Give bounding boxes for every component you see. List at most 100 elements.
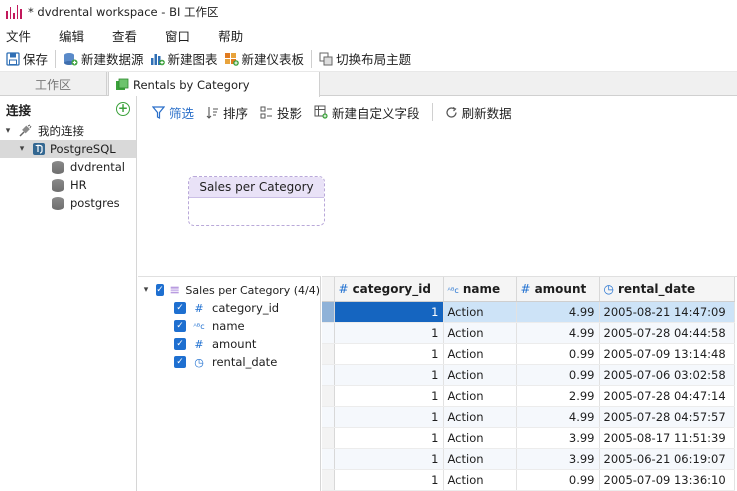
table-row[interactable]: 1 Action 3.99 2005-08-17 11:51:39 bbox=[322, 427, 735, 449]
menu-file[interactable]: 文件 bbox=[6, 26, 31, 45]
new-datasource-button[interactable]: 新建数据源 bbox=[60, 48, 147, 70]
checkbox-checked-icon[interactable]: ✓ bbox=[174, 338, 186, 350]
checkbox-checked-icon[interactable]: ✓ bbox=[174, 356, 186, 368]
table-cell[interactable]: 2005-06-21 06:19:07 bbox=[599, 448, 735, 470]
table-cell[interactable]: 4.99 bbox=[516, 322, 600, 344]
table-cell[interactable]: 2005-07-28 04:47:14 bbox=[599, 385, 735, 407]
tree-item-my-connections[interactable]: ▾ 我的连接 bbox=[0, 122, 136, 140]
row-header[interactable] bbox=[322, 469, 335, 491]
menu-edit[interactable]: 编辑 bbox=[59, 26, 84, 45]
table-cell[interactable]: 1 bbox=[334, 385, 444, 407]
table-cell[interactable]: 1 bbox=[334, 364, 444, 386]
column-header[interactable]: ◷ rental_date bbox=[599, 277, 735, 302]
table-cell[interactable]: 1 bbox=[334, 322, 444, 344]
chevron-down-icon[interactable]: ▾ bbox=[16, 144, 28, 154]
table-row[interactable]: 1 Action 4.99 2005-07-28 04:57:57 bbox=[322, 406, 735, 428]
tree-item-postgresql[interactable]: ▾ PostgreSQL bbox=[0, 140, 136, 158]
new-chart-button[interactable]: 新建图表 bbox=[147, 48, 221, 70]
table-cell[interactable]: Action bbox=[443, 385, 517, 407]
tab-workspace[interactable]: 工作区 bbox=[0, 72, 107, 96]
table-cell[interactable]: 2005-07-09 13:36:10 bbox=[599, 469, 735, 491]
project-button[interactable]: 投影 bbox=[260, 103, 302, 122]
table-cell[interactable]: 1 bbox=[334, 469, 444, 491]
tab-rentals-by-category[interactable]: Rentals by Category bbox=[108, 72, 320, 97]
new-dashboard-button[interactable]: 新建仪表板 bbox=[221, 48, 308, 70]
table-row[interactable]: 1 Action 0.99 2005-07-09 13:36:10 bbox=[322, 469, 735, 491]
new-custom-field-button[interactable]: 新建自定义字段 bbox=[314, 103, 420, 122]
table-row[interactable]: 1 Action 2.99 2005-07-28 04:47:14 bbox=[322, 385, 735, 407]
row-header[interactable] bbox=[322, 385, 335, 407]
table-cell[interactable]: 1 bbox=[334, 427, 444, 449]
table-cell[interactable]: Action bbox=[443, 322, 517, 344]
column-header[interactable]: # category_id bbox=[334, 277, 444, 302]
checkbox-checked-icon[interactable]: ✓ bbox=[174, 302, 186, 314]
field-item[interactable]: ✓ ᴬᴮc name bbox=[138, 317, 320, 335]
row-header[interactable] bbox=[322, 406, 335, 428]
field-item[interactable]: ✓ ◷ rental_date bbox=[138, 353, 320, 371]
table-cell[interactable]: 1 bbox=[334, 448, 444, 470]
table-cell[interactable]: 2.99 bbox=[516, 385, 600, 407]
data-grid[interactable]: # category_id ᴬᴮc name # amount ◷ rental_dat… bbox=[322, 276, 737, 491]
chevron-down-icon[interactable]: ▾ bbox=[142, 285, 150, 295]
refresh-data-button[interactable]: 刷新数据 bbox=[445, 103, 512, 122]
table-cell[interactable]: 3.99 bbox=[516, 448, 600, 470]
table-row[interactable]: 1 Action 3.99 2005-06-21 06:19:07 bbox=[322, 448, 735, 470]
row-header[interactable] bbox=[322, 343, 335, 365]
table-cell[interactable]: 1 bbox=[334, 343, 444, 365]
table-cell[interactable]: Action bbox=[443, 469, 517, 491]
table-cell[interactable]: 0.99 bbox=[516, 364, 600, 386]
table-cell[interactable]: 2005-08-21 14:47:09 bbox=[599, 301, 735, 323]
table-cell[interactable]: 2005-08-17 11:51:39 bbox=[599, 427, 735, 449]
column-header[interactable]: ᴬᴮc name bbox=[443, 277, 517, 302]
tree-item-database[interactable]: postgres bbox=[0, 194, 136, 212]
row-header[interactable] bbox=[322, 322, 335, 344]
table-cell[interactable]: 2005-07-09 13:14:48 bbox=[599, 343, 735, 365]
table-cell[interactable]: 0.99 bbox=[516, 343, 600, 365]
field-item[interactable]: ✓ # amount bbox=[138, 335, 320, 353]
menu-window[interactable]: 窗口 bbox=[165, 26, 190, 45]
query-node[interactable]: Sales per Category bbox=[188, 176, 325, 226]
row-header[interactable] bbox=[322, 301, 335, 323]
menu-help[interactable]: 帮助 bbox=[218, 26, 243, 45]
table-cell[interactable]: 4.99 bbox=[516, 301, 600, 323]
table-cell[interactable]: Action bbox=[443, 343, 517, 365]
table-row[interactable]: 1 Action 0.99 2005-07-09 13:14:48 bbox=[322, 343, 735, 365]
table-cell[interactable]: 0.99 bbox=[516, 469, 600, 491]
table-cell[interactable]: Action bbox=[443, 301, 517, 323]
tree-item-database[interactable]: dvdrental bbox=[0, 158, 136, 176]
field-group[interactable]: ▾ ✓ Sales per Category (4/4) bbox=[138, 281, 320, 299]
filter-button[interactable]: 筛选 bbox=[152, 103, 194, 122]
checkbox-checked-icon[interactable]: ✓ bbox=[174, 320, 186, 332]
menu-view[interactable]: 查看 bbox=[112, 26, 137, 45]
row-header[interactable] bbox=[322, 448, 335, 470]
row-header[interactable] bbox=[322, 364, 335, 386]
numeric-type-icon: # bbox=[194, 337, 204, 351]
table-cell[interactable]: 3.99 bbox=[516, 427, 600, 449]
table-cell[interactable]: Action bbox=[443, 427, 517, 449]
table-cell[interactable]: Action bbox=[443, 406, 517, 428]
switch-theme-button[interactable]: 切换布局主题 bbox=[316, 48, 414, 70]
table-cell[interactable]: 4.99 bbox=[516, 406, 600, 428]
table-row[interactable]: 1 Action 4.99 2005-07-28 04:44:58 bbox=[322, 322, 735, 344]
table-cell[interactable]: 2005-07-28 04:44:58 bbox=[599, 322, 735, 344]
main-toolbar: 保存 新建数据源 新建图表 新建仪表板 切换布局主题 bbox=[0, 46, 737, 72]
table-cell[interactable]: Action bbox=[443, 448, 517, 470]
table-cell[interactable]: 1 bbox=[334, 406, 444, 428]
table-cell[interactable]: Action bbox=[443, 364, 517, 386]
table-cell[interactable]: 2005-07-06 03:02:58 bbox=[599, 364, 735, 386]
column-header[interactable]: # amount bbox=[516, 277, 600, 302]
table-row[interactable]: 1 Action 4.99 2005-08-21 14:47:09 bbox=[322, 301, 735, 323]
table-cell[interactable]: 2005-07-28 04:57:57 bbox=[599, 406, 735, 428]
sort-button[interactable]: 排序 bbox=[206, 103, 248, 122]
field-item[interactable]: ✓ # category_id bbox=[138, 299, 320, 317]
checkbox-checked-icon[interactable]: ✓ bbox=[156, 284, 165, 296]
text-type-icon: ᴬᴮc bbox=[193, 321, 205, 331]
add-connection-icon[interactable]: + bbox=[116, 102, 130, 116]
column-header-label: amount bbox=[534, 281, 587, 296]
table-row[interactable]: 1 Action 0.99 2005-07-06 03:02:58 bbox=[322, 364, 735, 386]
table-cell[interactable]: 1 bbox=[334, 301, 444, 323]
save-button[interactable]: 保存 bbox=[3, 48, 51, 70]
tree-item-database[interactable]: HR bbox=[0, 176, 136, 194]
row-header[interactable] bbox=[322, 427, 335, 449]
chevron-down-icon[interactable]: ▾ bbox=[2, 126, 14, 136]
